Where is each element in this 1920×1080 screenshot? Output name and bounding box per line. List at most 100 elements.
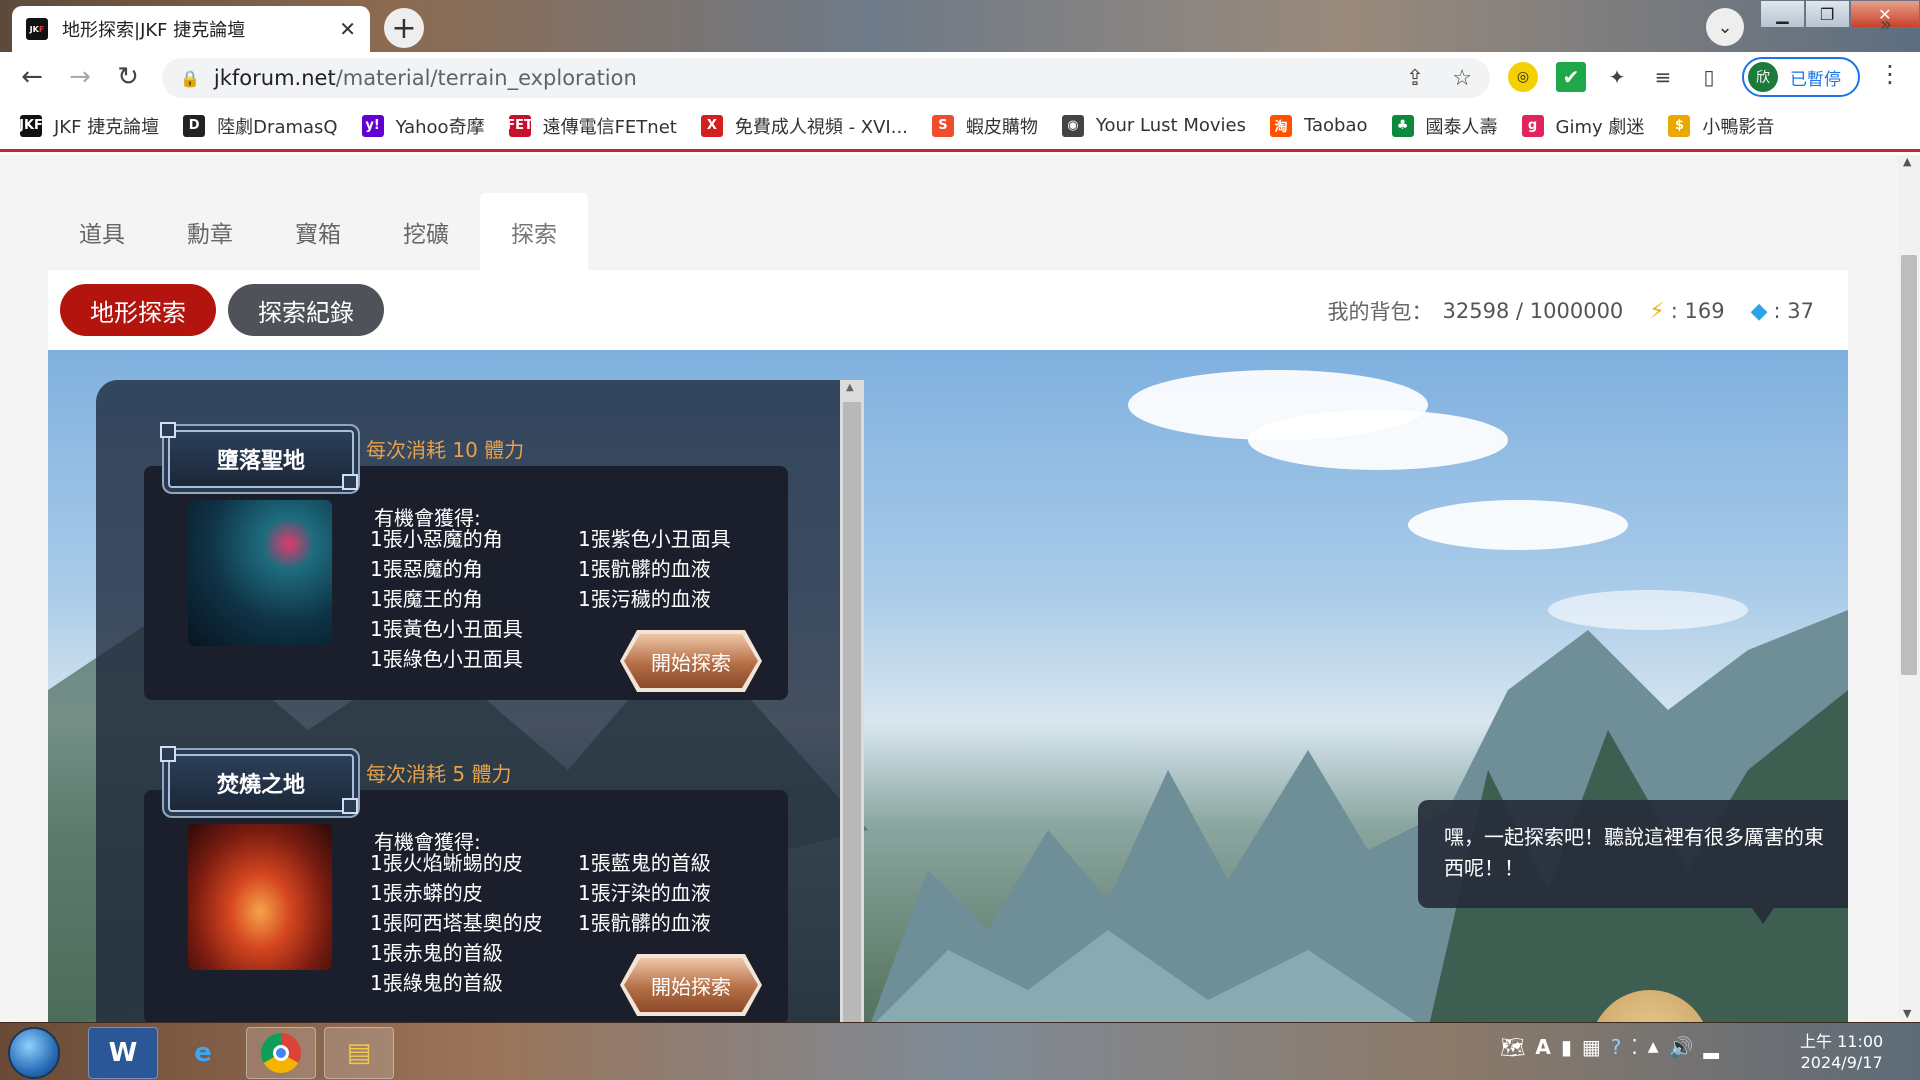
ime-a-icon[interactable]: A	[1535, 1035, 1550, 1059]
windows-taskbar: W e ▤ 🗺 A ▮ ▦ ? ⁚ ▲ 🔊 ▂ 上午 11:00 2024/9/…	[0, 1022, 1920, 1080]
terrain-image-burning-land	[188, 824, 332, 970]
bookmark-item[interactable]: FET 遠傳電信FETnet	[506, 113, 677, 139]
word-icon[interactable]: W	[88, 1027, 158, 1079]
energy-lightning-icon: ⚡	[1649, 298, 1665, 324]
bookmark-favicon-icon: JKF	[19, 114, 43, 137]
media-control-icon[interactable]: ≡	[1648, 62, 1678, 92]
energy-cost-label: 每次消耗 5 體力	[366, 762, 512, 786]
extension-check-icon[interactable]: ✔	[1556, 62, 1586, 92]
terrain-image-fallen-sanctuary	[188, 500, 332, 646]
bookmark-item[interactable]: JKF JKF 捷克論壇	[19, 113, 160, 139]
jkf-favicon-icon: JK F	[26, 18, 48, 40]
reward-item: 1張惡魔的角	[370, 557, 483, 581]
start-button[interactable]	[8, 1027, 60, 1079]
reload-button[interactable]: ↻	[112, 62, 144, 92]
bookmark-label: JKF 捷克論壇	[54, 116, 160, 138]
bookmarks-bar: JKF JKF 捷克論壇 D 陸劇DramasQ y! Yahoo奇摩 FET 遠傳電信FET…	[0, 102, 1920, 152]
bookmark-item[interactable]: $ 小鴨影音	[1668, 113, 1774, 139]
bookmark-favicon-icon: S	[931, 114, 954, 137]
terrain-explore-button[interactable]: 地形探索	[60, 284, 216, 336]
page-content: 道具 勳章 寶箱 挖礦 探索 地形探索 探索紀錄 我的背包： 32598 / 10000…	[0, 155, 1898, 1022]
reward-list-left: 1張小惡魔的角 1張惡魔的角 1張魔王的角 1張黃色小丑面具 1張綠色小丑面具	[370, 524, 523, 674]
bookmark-item[interactable]: S 蝦皮購物	[931, 113, 1038, 139]
frame-corner-icon	[160, 746, 176, 762]
file-explorer-icon[interactable]: ▤	[324, 1027, 394, 1079]
bookmarks-overflow-icon[interactable]: »	[1880, 12, 1892, 36]
profile-button[interactable]: 欣 已暫停	[1742, 57, 1860, 97]
terrain-card: 有機會獲得: 1張火焰蜥蜴的皮 1張赤蟒的皮 1張阿西塔基奧的皮 1張赤鬼的首級…	[144, 790, 788, 1022]
chrome-menu-icon[interactable]: ⋮	[1878, 60, 1902, 88]
profile-avatar: 欣	[1748, 62, 1778, 92]
language-icon[interactable]: 🗺	[1500, 1035, 1525, 1059]
ime-settings-icon[interactable]: ⁚	[1631, 1035, 1637, 1059]
tab-search-button[interactable]: ⌄	[1706, 8, 1744, 46]
new-tab-button[interactable]: +	[384, 8, 424, 48]
terrain-list-panel: ▲ 墮落聖地 每次消耗 10 體力 有機會獲得: 1張小惡魔的角 1張惡魔的角 …	[96, 380, 864, 1022]
reward-item: 1張黃色小丑面具	[370, 617, 523, 641]
bookmark-item[interactable]: D 陸劇DramasQ	[183, 113, 338, 139]
address-bar[interactable]: 🔒 jkforum.net/material/terrain_explorati…	[162, 58, 1490, 98]
energy-cost-label: 每次消耗 10 體力	[366, 438, 525, 462]
bookmark-star-icon[interactable]: ☆	[1452, 66, 1472, 91]
bookmark-label: Taobao	[1303, 115, 1368, 136]
category-tab[interactable]: 寶箱	[264, 193, 372, 270]
category-tab[interactable]: 挖礦	[372, 193, 480, 270]
help-icon[interactable]: ?	[1611, 1035, 1622, 1059]
cloud-shape	[1248, 410, 1508, 470]
frame-corner-icon	[342, 474, 358, 490]
bookmark-item[interactable]: ◉ Your Lust Movies	[1061, 114, 1246, 137]
maximize-button[interactable]: ❐	[1804, 0, 1850, 28]
internet-explorer-icon[interactable]: e	[168, 1027, 238, 1079]
explore-log-button[interactable]: 探索紀錄	[228, 284, 384, 336]
url-text[interactable]: jkforum.net/material/terrain_exploration	[214, 66, 1378, 90]
scroll-up-icon[interactable]: ▲	[1903, 155, 1911, 168]
chrome-icon[interactable]	[246, 1027, 316, 1079]
show-hidden-icons[interactable]: ▲	[1648, 1039, 1659, 1055]
start-explore-button[interactable]: 開始探索	[624, 958, 758, 1012]
tab-close-icon[interactable]: ✕	[339, 17, 356, 41]
forward-button[interactable]: →	[64, 62, 96, 92]
inventory-stats: 我的背包： 32598 / 1000000 ⚡ : 169 ◆ : 37	[1328, 296, 1814, 326]
frame-corner-icon	[342, 798, 358, 814]
ime-pad-icon[interactable]: ▦	[1582, 1035, 1601, 1059]
reward-item: 1張赤蟒的皮	[370, 881, 483, 905]
explore-panel: 地形探索 探索紀錄 我的背包： 32598 / 1000000 ⚡ : 169 …	[48, 270, 1848, 1022]
back-button[interactable]: ←	[16, 62, 48, 92]
share-icon[interactable]: ⇪	[1406, 66, 1424, 91]
minimize-button[interactable]: ▁	[1760, 0, 1805, 28]
bookmark-item[interactable]: 淘 Taobao	[1269, 114, 1368, 137]
bookmark-item[interactable]: X 免費成人視頻 - XVI...	[700, 113, 908, 139]
side-panel-icon[interactable]: ▯	[1694, 62, 1724, 92]
terrain-list-scrollbar[interactable]: ▲	[840, 380, 864, 1022]
scrollbar-thumb[interactable]	[843, 402, 861, 1022]
category-tab[interactable]: 勳章	[156, 193, 264, 270]
system-clock[interactable]: 上午 11:00 2024/9/17	[1800, 1031, 1883, 1073]
page-scrollbar-thumb[interactable]	[1901, 255, 1917, 675]
bookmark-label: 國泰人壽	[1425, 116, 1498, 138]
scroll-up-arrow-icon[interactable]: ▲	[846, 382, 854, 393]
bookmark-item[interactable]: ♣ 國泰人壽	[1391, 113, 1498, 139]
ime-fullwidth-icon[interactable]: ▮	[1561, 1035, 1572, 1059]
bookmark-label: 小鴨影音	[1702, 116, 1775, 138]
volume-icon[interactable]: 🔊	[1669, 1035, 1694, 1059]
start-explore-button[interactable]: 開始探索	[624, 634, 758, 688]
reward-list-right: 1張藍鬼的首級 1張汙染的血液 1張骯髒的血液	[578, 848, 711, 938]
network-icon[interactable]: ▂	[1703, 1035, 1718, 1059]
browser-tab[interactable]: JK F 地形探索|JKF 捷克論壇 ✕	[12, 6, 370, 52]
cloud-shape	[1408, 500, 1628, 550]
reward-item: 1張汙染的血液	[578, 881, 711, 905]
extension-honey-icon[interactable]: ◎	[1508, 62, 1538, 92]
lock-icon[interactable]: 🔒	[180, 69, 200, 88]
page-scrollbar[interactable]: ▲ ▼	[1898, 155, 1920, 1022]
bookmark-label: Your Lust Movies	[1095, 115, 1246, 136]
bookmark-item[interactable]: g Gimy 劇迷	[1521, 113, 1644, 139]
sub-navigation: 地形探索 探索紀錄 我的背包： 32598 / 1000000 ⚡ : 169 …	[48, 270, 1848, 350]
category-tab[interactable]: 道具	[48, 193, 156, 270]
reward-item: 1張紫色小丑面具	[578, 527, 731, 551]
bookmark-favicon-icon: ◉	[1061, 114, 1084, 137]
category-tab[interactable]: 探索	[480, 193, 588, 270]
extensions-puzzle-icon[interactable]: ✦	[1602, 62, 1632, 92]
scroll-down-icon[interactable]: ▼	[1903, 1007, 1911, 1020]
terrain-name-label: 焚燒之地	[168, 754, 354, 812]
bookmark-item[interactable]: y! Yahoo奇摩	[361, 113, 485, 139]
